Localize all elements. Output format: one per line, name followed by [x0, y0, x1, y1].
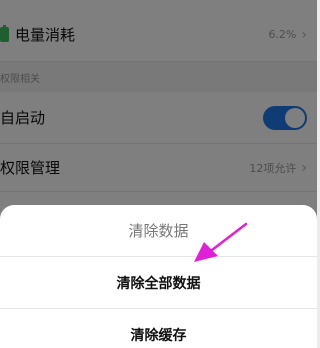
clear-data-sheet: 清除数据 清除全部数据 清除缓存 — [0, 205, 317, 348]
clear-cache-button[interactable]: 清除缓存 — [0, 309, 317, 348]
app-screen: 电量消耗 6.2% › 权限相关 自启动 权限管理 12项允许 › 清除数据 清… — [0, 0, 317, 348]
sheet-title: 清除数据 — [0, 205, 317, 257]
clear-all-data-button[interactable]: 清除全部数据 — [0, 257, 317, 309]
